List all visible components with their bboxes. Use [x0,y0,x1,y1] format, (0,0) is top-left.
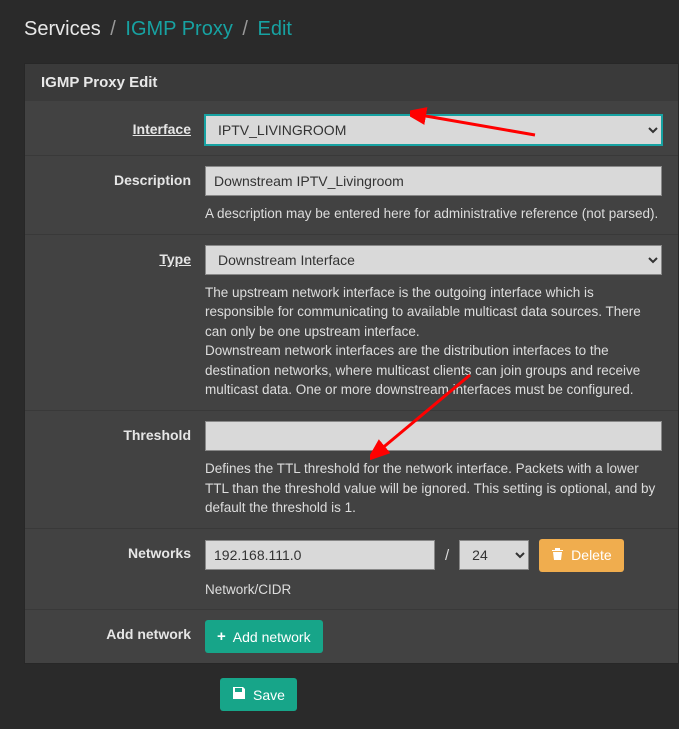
type-select[interactable]: Downstream Interface [205,245,662,275]
description-input[interactable] [205,166,662,196]
breadcrumb-services[interactable]: Services [24,18,101,40]
breadcrumb-sep: / [238,18,252,40]
threshold-input[interactable] [205,421,662,451]
save-button[interactable]: Save [220,678,297,711]
label-add-network: Add network [25,620,205,642]
label-threshold: Threshold [25,421,205,443]
breadcrumb-edit[interactable]: Edit [258,18,292,40]
breadcrumb-sep: / [106,18,120,40]
trash-icon [551,547,564,564]
delete-button[interactable]: Delete [539,539,623,572]
breadcrumb: Services / IGMP Proxy / Edit [24,18,679,41]
add-network-label: Add network [233,629,311,645]
delete-label: Delete [571,547,611,563]
interface-select[interactable]: IPTV_LIVINGROOM [205,115,662,145]
help-threshold: Defines the TTL threshold for the networ… [205,459,662,518]
edit-panel: IGMP Proxy Edit Interface IPTV_LIVINGROO… [24,63,679,664]
breadcrumb-proxy[interactable]: IGMP Proxy [125,18,232,40]
help-description: A description may be entered here for ad… [205,204,662,224]
add-network-button[interactable]: + Add network [205,620,323,653]
label-networks: Networks [25,539,205,561]
label-interface: Interface [25,115,205,137]
panel-title: IGMP Proxy Edit [25,64,678,101]
network-ip-input[interactable] [205,540,435,570]
plus-icon: + [217,628,226,645]
help-type: The upstream network interface is the ou… [205,283,662,400]
help-networks: Network/CIDR [205,580,662,600]
cidr-select[interactable]: 24 [459,540,529,570]
label-type: Type [25,245,205,267]
label-description: Description [25,166,205,188]
save-icon [232,686,246,703]
save-label: Save [253,687,285,703]
cidr-separator: / [445,547,449,564]
